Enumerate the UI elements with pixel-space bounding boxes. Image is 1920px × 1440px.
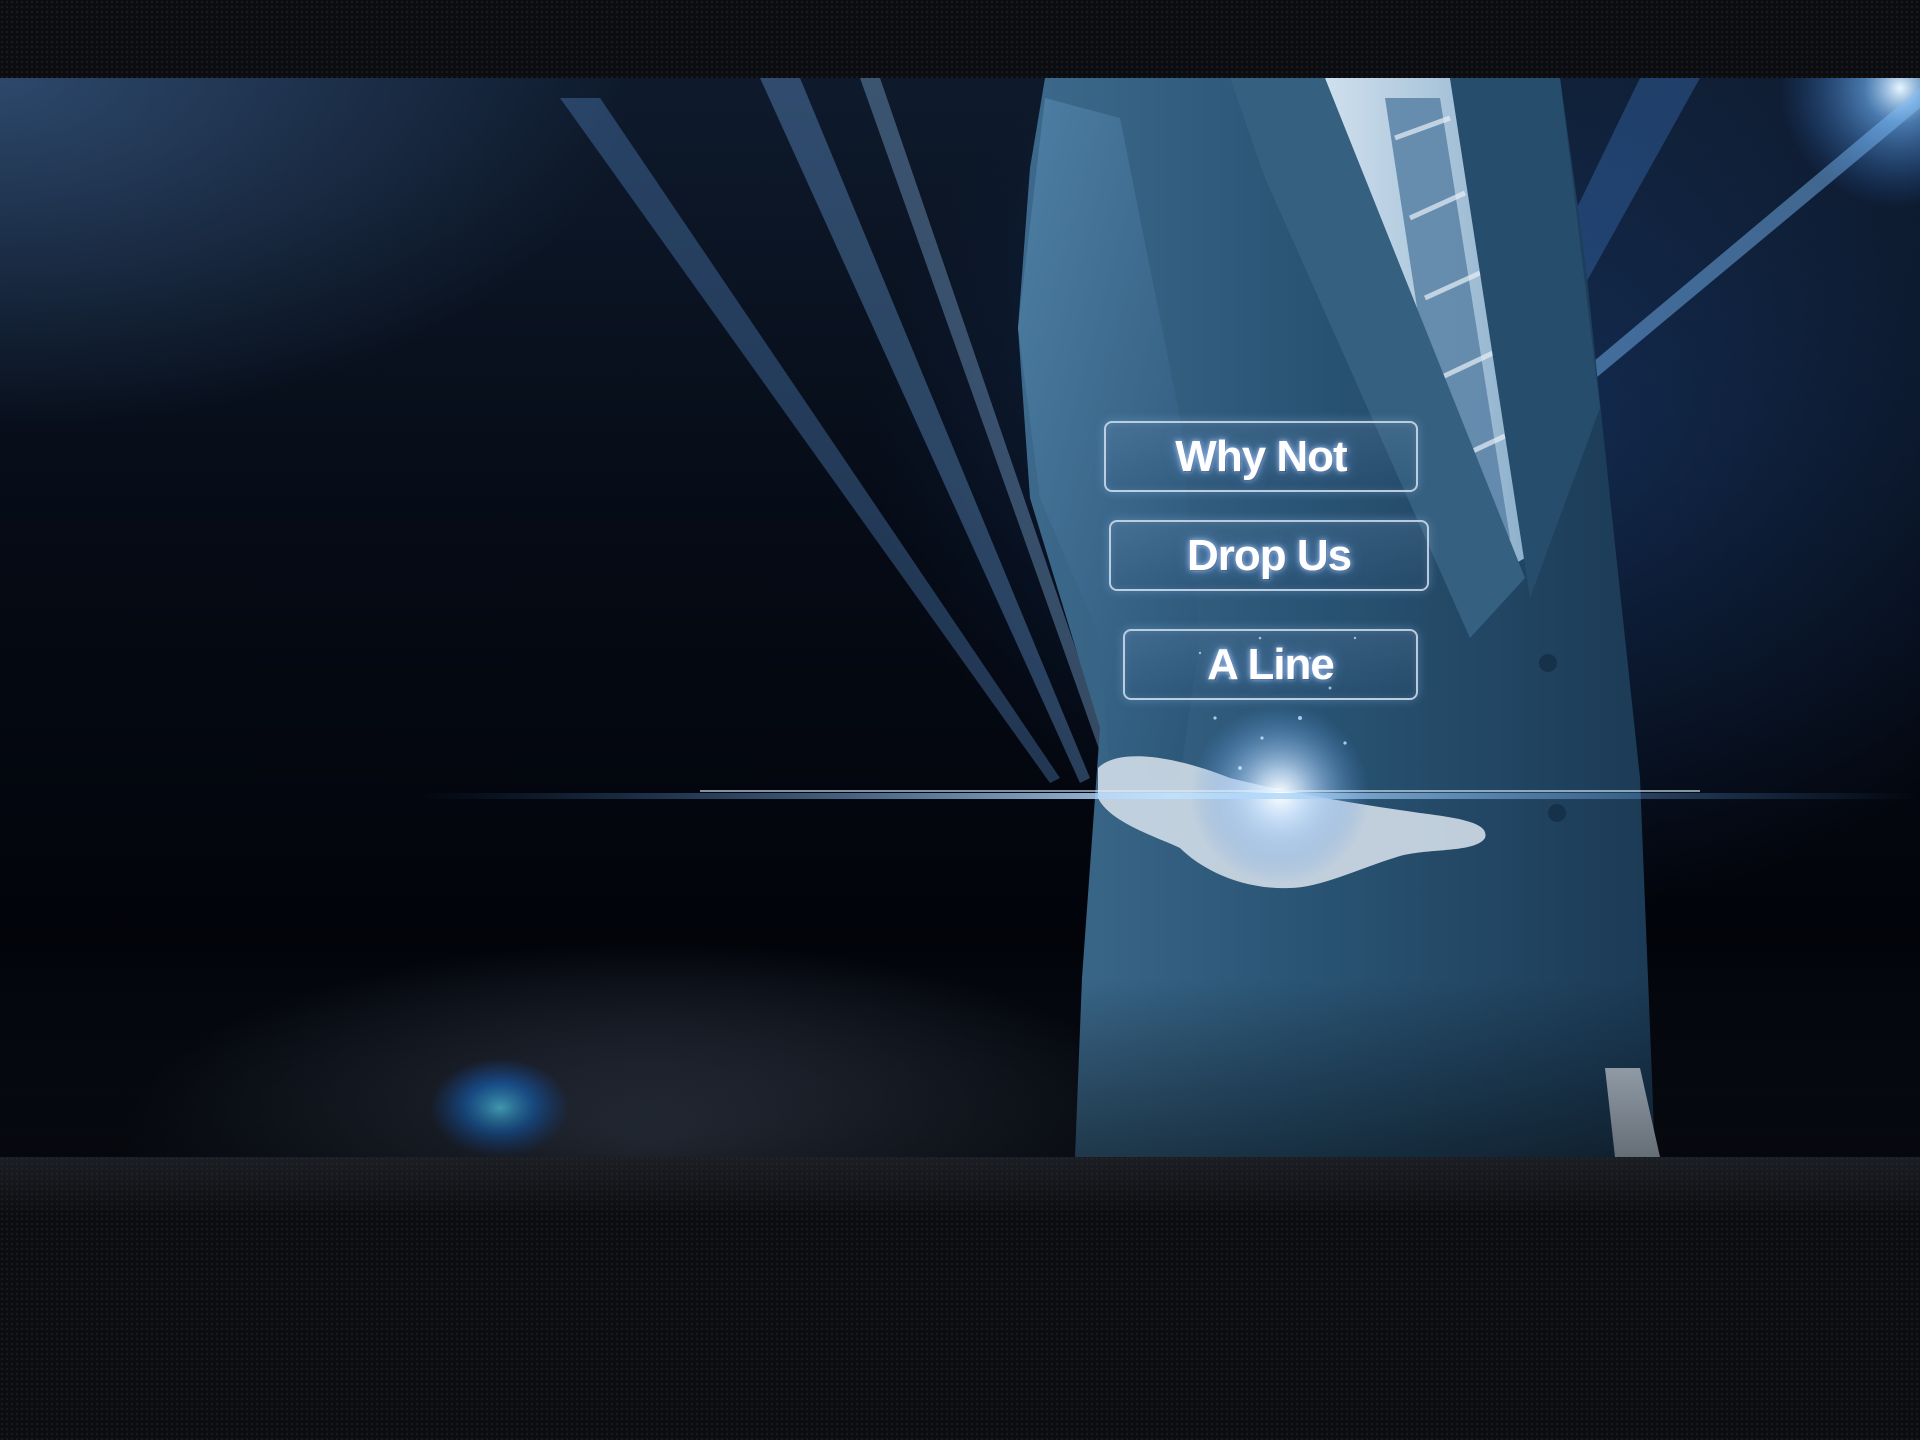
- hero-banner: Why Not Drop Us A Line: [0, 78, 1920, 1157]
- drop-us-button[interactable]: Drop Us: [1109, 520, 1429, 591]
- why-not-label: Why Not: [1175, 431, 1347, 481]
- a-line-label: A Line: [1207, 639, 1335, 689]
- top-texture-band: [0, 0, 1920, 78]
- hero-illustration: [0, 78, 1920, 1157]
- lens-beam: [420, 793, 1920, 799]
- why-not-button[interactable]: Why Not: [1104, 421, 1418, 492]
- jacket-button: [1548, 804, 1566, 822]
- jacket-button: [1539, 654, 1557, 672]
- bottom-texture-band: [0, 1157, 1920, 1440]
- page: Why Not Drop Us A Line: [0, 0, 1920, 1440]
- a-line-button[interactable]: A Line: [1123, 629, 1418, 700]
- drop-us-label: Drop Us: [1186, 530, 1352, 580]
